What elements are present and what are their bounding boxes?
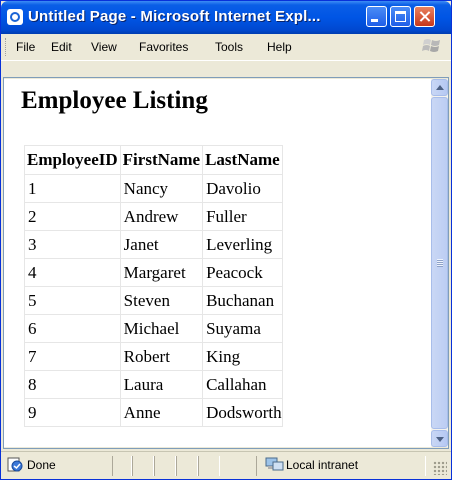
table-row: 4 Margaret Peacock: [24, 258, 283, 287]
status-pane: [112, 456, 132, 476]
window-title: Untitled Page - Microsoft Internet Expl.…: [28, 8, 321, 25]
cell-firstname: Laura: [119, 370, 204, 399]
browser-window: Untitled Page - Microsoft Internet Expl.…: [0, 0, 452, 480]
title-bar[interactable]: Untitled Page - Microsoft Internet Expl.…: [1, 1, 451, 34]
scroll-thumb[interactable]: [431, 97, 448, 429]
cell-employeeid: 6: [24, 314, 121, 343]
intranet-icon: [265, 457, 284, 471]
menu-help[interactable]: Help: [267, 40, 292, 54]
cell-lastname: Buchanan: [202, 286, 283, 315]
menu-favorites[interactable]: Favorites: [139, 40, 188, 54]
table-row: 8 Laura Callahan: [24, 370, 283, 399]
column-header-lastname: LastName: [202, 145, 283, 175]
close-button[interactable]: [414, 6, 435, 27]
cell-lastname: Leverling: [202, 230, 283, 259]
toolbar-grip[interactable]: [5, 38, 9, 56]
cell-lastname: Suyama: [202, 314, 283, 343]
cell-lastname: Davolio: [202, 174, 283, 203]
cell-firstname: Anne: [119, 398, 204, 427]
cell-firstname: Robert: [119, 342, 204, 371]
table-row: 1 Nancy Davolio: [24, 174, 283, 203]
minimize-button[interactable]: [366, 6, 387, 27]
menu-edit[interactable]: Edit: [51, 40, 72, 54]
cell-employeeid: 7: [24, 342, 121, 371]
cell-firstname: Michael: [119, 314, 204, 343]
column-header-firstname: FirstName: [119, 145, 204, 175]
menu-file[interactable]: File: [16, 40, 35, 54]
status-text: Done: [27, 458, 56, 472]
cell-employeeid: 8: [24, 370, 121, 399]
cell-lastname: Peacock: [202, 258, 283, 287]
menu-view[interactable]: View: [91, 40, 117, 54]
table-header-row: EmployeeID FirstName LastName: [24, 145, 283, 175]
scroll-up-button[interactable]: [431, 79, 448, 96]
table-row: 5 Steven Buchanan: [24, 286, 283, 315]
maximize-button[interactable]: [390, 6, 411, 27]
menu-bar: File Edit View Favorites Tools Help: [1, 34, 451, 61]
status-bar: [1, 451, 451, 479]
cell-firstname: Margaret: [119, 258, 204, 287]
page-done-icon: [7, 457, 23, 472]
cell-lastname: Fuller: [202, 202, 283, 231]
cell-firstname: Janet: [119, 230, 204, 259]
table-row: 6 Michael Suyama: [24, 314, 283, 343]
cell-employeeid: 4: [24, 258, 121, 287]
vertical-scrollbar[interactable]: [431, 79, 448, 447]
cell-firstname: Andrew: [119, 202, 204, 231]
cell-employeeid: 5: [24, 286, 121, 315]
cell-employeeid: 9: [24, 398, 121, 427]
table-row: 9 Anne Dodsworth: [24, 398, 283, 427]
cell-firstname: Nancy: [119, 174, 204, 203]
column-header-employeeid: EmployeeID: [24, 145, 121, 175]
internet-explorer-icon[interactable]: [7, 9, 23, 25]
windows-logo-icon: [422, 39, 440, 52]
cell-lastname: King: [202, 342, 283, 371]
status-pane: [132, 456, 154, 476]
employee-table: EmployeeID FirstName LastName 1 Nancy Davo…: [24, 145, 283, 427]
cell-lastname: Callahan: [202, 370, 283, 399]
scroll-down-button[interactable]: [431, 430, 448, 447]
menu-tools[interactable]: Tools: [215, 40, 243, 54]
table-row: 3 Janet Leverling: [24, 230, 283, 259]
cell-employeeid: 3: [24, 230, 121, 259]
cell-employeeid: 2: [24, 202, 121, 231]
cell-employeeid: 1: [24, 174, 121, 203]
status-pane: [154, 456, 176, 476]
status-pane: [198, 456, 220, 476]
table-row: 7 Robert King: [24, 342, 283, 371]
resize-grip[interactable]: [433, 461, 447, 475]
page-title: Employee Listing: [21, 87, 208, 114]
security-zone-text: Local intranet: [286, 458, 359, 472]
status-pane: [176, 456, 198, 476]
table-row: 2 Andrew Fuller: [24, 202, 283, 231]
cell-lastname: Dodsworth: [202, 398, 283, 427]
cell-firstname: Steven: [119, 286, 204, 315]
